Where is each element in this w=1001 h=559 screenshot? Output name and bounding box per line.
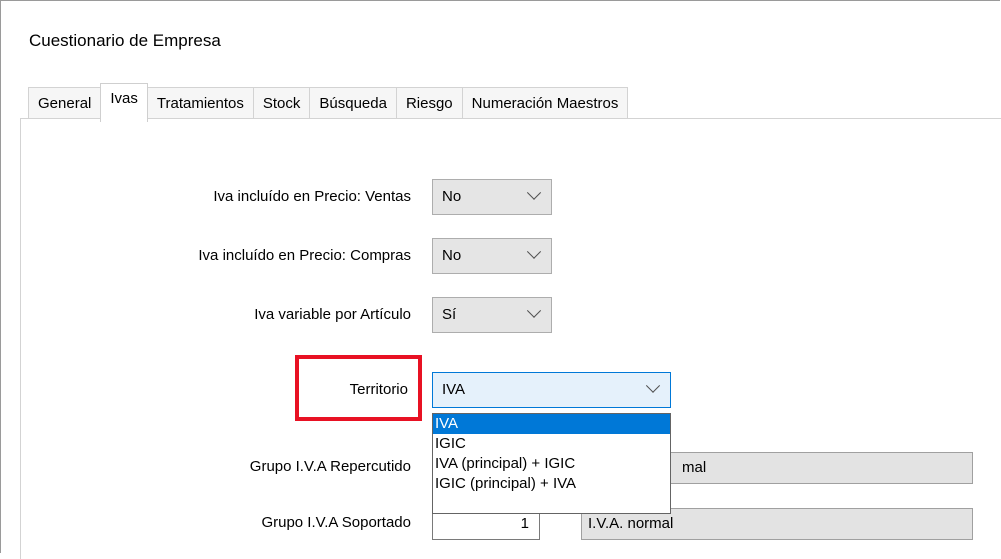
iva-variable-value: Sí (442, 306, 457, 323)
tab-general[interactable]: General (28, 87, 102, 120)
chevron-down-icon (526, 303, 542, 318)
iva-variable-select[interactable]: Sí (432, 297, 552, 333)
iva-compras-value: No (442, 247, 462, 264)
tab-stock[interactable]: Stock (252, 87, 311, 120)
territorio-label: Territorio (349, 381, 408, 398)
iva-ventas-value: No (442, 188, 462, 205)
grupo-repercutido-label: Grupo I.V.A Repercutido (249, 458, 411, 475)
territorio-option-iva[interactable]: IVA (433, 414, 670, 434)
tab-riesgo[interactable]: Riesgo (395, 87, 463, 120)
iva-compras-label: Iva incluído en Precio: Compras (198, 247, 411, 264)
territorio-dropdown-list: IVA IGIC IVA (principal) + IGIC IGIC (pr… (432, 413, 671, 514)
window-title: Cuestionario de Empresa (29, 31, 221, 50)
tab-numeracion-maestros[interactable]: Numeración Maestros (461, 87, 629, 120)
territorio-value: IVA (442, 381, 466, 398)
territorio-option-iva-principal-igic[interactable]: IVA (principal) + IGIC (433, 454, 670, 474)
tab-strip: General Ivas Tratamientos Stock Búsqueda… (28, 83, 629, 122)
iva-ventas-label: Iva incluído en Precio: Ventas (213, 188, 411, 205)
chevron-down-icon (645, 378, 661, 393)
territorio-option-igic[interactable]: IGIC (433, 434, 670, 454)
chevron-down-icon (526, 244, 542, 259)
iva-variable-label: Iva variable por Artículo (254, 306, 411, 323)
iva-ventas-select[interactable]: No (432, 179, 552, 215)
territorio-select[interactable]: IVA (432, 372, 671, 408)
territorio-option-igic-principal-iva[interactable]: IGIC (principal) + IVA (433, 474, 670, 494)
grupo-soportado-label: Grupo I.V.A Soportado (261, 514, 411, 531)
iva-compras-select[interactable]: No (432, 238, 552, 274)
chevron-down-icon (526, 185, 542, 200)
tab-busqueda[interactable]: Búsqueda (309, 87, 397, 120)
tab-tratamientos[interactable]: Tratamientos (146, 87, 254, 120)
tab-ivas[interactable]: Ivas (100, 83, 148, 122)
